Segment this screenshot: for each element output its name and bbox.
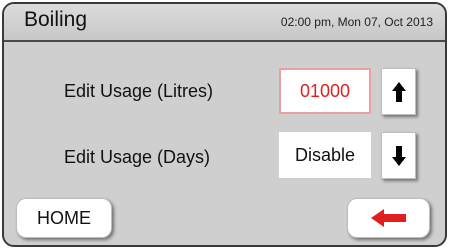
usage-litres-value[interactable]: 01000 (279, 68, 371, 114)
header-bar: Boiling 02:00 pm, Mon 07, Oct 2013 (4, 4, 445, 42)
back-button[interactable] (347, 198, 430, 238)
increment-button[interactable] (381, 68, 416, 115)
arrow-down-icon (391, 145, 406, 166)
arrow-up-icon (391, 81, 406, 102)
arrow-left-icon (370, 209, 406, 227)
usage-days-label: Edit Usage (Days) (64, 147, 211, 167)
screen-frame: Boiling 02:00 pm, Mon 07, Oct 2013 Edit … (2, 2, 447, 247)
decrement-button[interactable] (381, 132, 416, 179)
home-button-label: HOME (37, 207, 91, 228)
usage-days-value[interactable]: Disable (279, 132, 371, 178)
datetime-display: 02:00 pm, Mon 07, Oct 2013 (280, 15, 433, 29)
usage-litres-label: Edit Usage (Litres) (64, 81, 214, 101)
home-button[interactable]: HOME (16, 198, 112, 238)
page-title: Boiling (24, 8, 88, 31)
